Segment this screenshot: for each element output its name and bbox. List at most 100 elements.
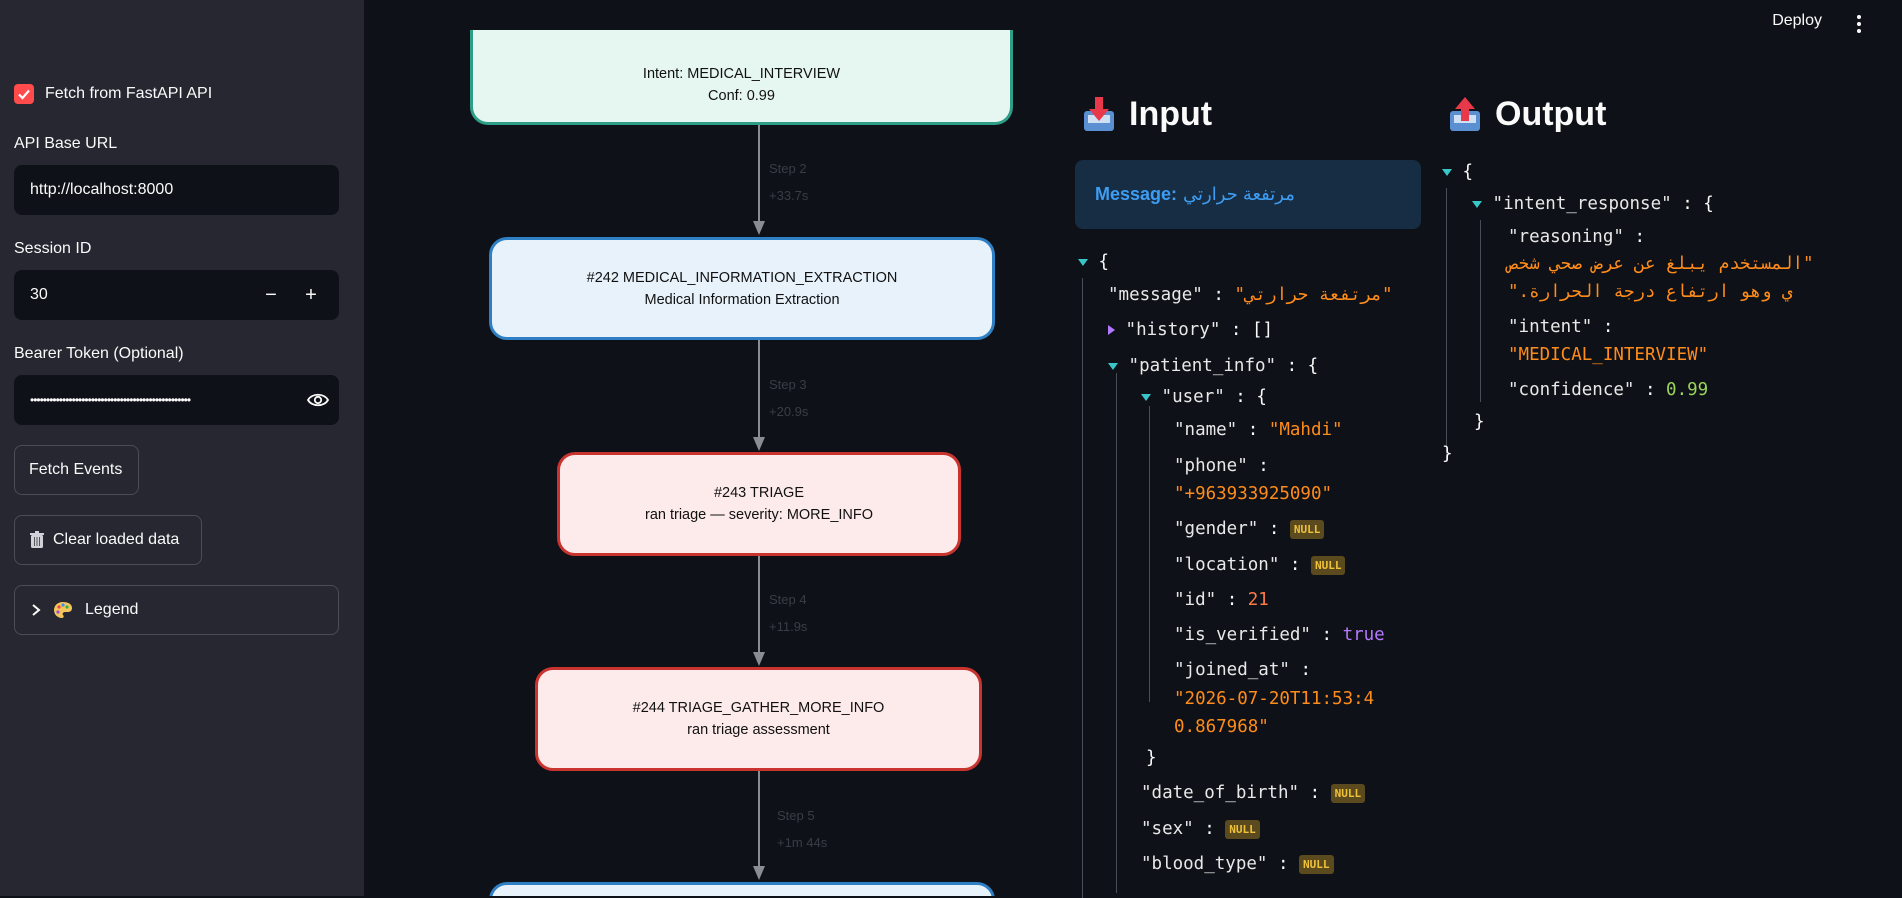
json-reasoning-value-1: "المستخدم يبلغ عن عرض صحي شخص (1508, 254, 1814, 274)
flow-edge-3-arrowhead (753, 437, 765, 451)
message-label: Message: (1095, 184, 1178, 204)
output-title-text: Output (1495, 95, 1607, 133)
output-json-viewer: { "intent_response" : { "reasoning" : "ا… (1442, 160, 1882, 480)
json-name-row: "name" : "Mahdi" (1174, 420, 1343, 440)
json-root[interactable]: { (1078, 252, 1109, 272)
fetch-events-button[interactable]: Fetch Events (14, 445, 139, 495)
session-id-input[interactable]: 30 − + (14, 270, 339, 320)
trash-icon (30, 531, 44, 548)
sidebar: Fetch from FastAPI API API Base URL http… (0, 0, 364, 896)
json-output-root[interactable]: { (1442, 162, 1473, 182)
flow-edge-2-step: Step 2 (769, 161, 807, 176)
message-value: مرتفعة حرارتي (1183, 184, 1295, 204)
flow-node-intent-line2: Conf: 0.99 (708, 88, 775, 104)
flow-node-244[interactable]: #244 TRIAGE_GATHER_MORE_INFO ran triage … (535, 667, 982, 771)
json-intent-row: "intent" : (1508, 317, 1614, 337)
collapse-icon[interactable] (1472, 200, 1482, 208)
session-id-value: 30 (30, 286, 48, 303)
flow-node-243-line2: ran triage — severity: MORE_INFO (644, 507, 874, 523)
chevron-right-icon (32, 604, 41, 616)
flow-node-next[interactable] (489, 882, 995, 896)
session-id-decrement-button[interactable]: − (251, 270, 291, 320)
fetch-api-checkbox-label: Fetch from FastAPI API (45, 85, 213, 102)
collapse-icon[interactable] (1141, 393, 1151, 401)
inbox-tray-icon (1084, 96, 1114, 131)
checkmark-icon (18, 89, 30, 100)
json-is-verified-row: "is_verified" : true (1174, 625, 1385, 645)
legend-label: Legend (85, 601, 139, 618)
flow-node-244-line1: #244 TRIAGE_GATHER_MORE_INFO (632, 700, 885, 716)
deploy-button[interactable]: Deploy (1772, 12, 1822, 30)
legend-expander[interactable]: Legend (14, 585, 339, 635)
collapse-icon[interactable] (1108, 362, 1118, 370)
message-info-box: Message: مرتفعة حرارتي (1075, 160, 1421, 229)
collapse-icon[interactable] (1442, 168, 1452, 176)
input-title: Input (1083, 95, 1212, 134)
flow-edge-4-label: Step 4 +11.9s (769, 586, 807, 640)
flow-edge-2 (758, 125, 760, 221)
json-location-row: "location" : NULL (1174, 555, 1346, 575)
bearer-token-label: Bearer Token (Optional) (14, 345, 184, 362)
fetch-api-checkbox[interactable] (14, 84, 34, 104)
session-id-increment-button[interactable]: + (291, 270, 331, 320)
clear-loaded-data-label: Clear loaded data (53, 531, 180, 548)
json-joined-at-value-1: "2026-07-20T11:53:4 (1174, 689, 1375, 709)
api-base-url-label: API Base URL (14, 135, 118, 152)
json-intent-value: "MEDICAL_INTERVIEW" (1508, 345, 1709, 365)
flow-node-243-line1: #243 TRIAGE (713, 485, 804, 501)
input-json-viewer: { "message" : "مرتفعة حرارتي" "history" … (1078, 248, 1418, 898)
flow-edge-5-step: Step 5 (777, 808, 815, 823)
flow-edge-2-delta: +33.7s (769, 188, 809, 203)
flow-edge-3-delta: +20.9s (769, 404, 809, 419)
json-intent-response-row[interactable]: "intent_response" : { (1472, 194, 1714, 214)
expand-icon[interactable] (1108, 325, 1115, 335)
flow-node-242-line1: #242 MEDICAL_INFORMATION_EXTRACTION (586, 269, 898, 286)
json-guide (1149, 406, 1150, 702)
json-dob-row: "date_of_birth" : NULL (1141, 783, 1366, 803)
json-joined-at-row: "joined_at" : (1174, 660, 1311, 680)
json-phone-value: "+963933925090" (1174, 484, 1333, 504)
json-gender-row: "gender" : NULL (1174, 519, 1325, 539)
eye-icon[interactable] (307, 390, 329, 410)
json-user-row[interactable]: "user" : { (1141, 387, 1267, 407)
flow-node-intent-line1: Intent: MEDICAL_INTERVIEW (642, 66, 841, 82)
main-menu-icon[interactable] (1854, 12, 1864, 36)
flow-edge-3-label: Step 3 +20.9s (769, 371, 808, 425)
clear-loaded-data-button[interactable]: Clear loaded data (14, 515, 202, 565)
flow-node-242-line2: Medical Information Extraction (644, 291, 840, 308)
json-blood-type-row: "blood_type" : NULL (1141, 854, 1334, 874)
palette-icon (54, 602, 72, 618)
session-id-label: Session ID (14, 240, 92, 257)
json-reasoning-value-2: ي وهو ارتفاع درجة الحرارة." (1508, 282, 1793, 302)
json-reasoning-row: "reasoning" : (1508, 227, 1645, 247)
flow-node-242[interactable]: #242 MEDICAL_INFORMATION_EXTRACTION Medi… (489, 237, 995, 340)
json-joined-at-value-2: 0.867968" (1174, 717, 1269, 737)
json-guide (1480, 220, 1481, 402)
collapse-icon[interactable] (1078, 258, 1088, 266)
input-title-text: Input (1129, 95, 1213, 133)
flow-node-intent[interactable]: Intent: MEDICAL_INTERVIEW Conf: 0.99 (470, 30, 1013, 125)
flow-edge-2-arrowhead (753, 221, 765, 235)
flow-edge-5-label: Step 5 +1m 44s (777, 802, 827, 856)
flow-edge-5-delta: +1m 44s (777, 835, 828, 850)
json-history-row[interactable]: "history" : [] (1108, 320, 1273, 340)
json-id-row: "id" : 21 (1174, 590, 1269, 610)
bearer-token-value: ••••••••••••••••••••••••••••••••••••••••… (30, 393, 191, 407)
flow-edge-3 (758, 340, 760, 437)
output-title: Output (1449, 95, 1606, 134)
flow-edge-4 (758, 556, 760, 652)
fetch-api-checkbox-row[interactable]: Fetch from FastAPI API (14, 84, 212, 104)
bearer-token-input[interactable]: ••••••••••••••••••••••••••••••••••••••••… (14, 375, 339, 425)
flow-edge-4-arrowhead (753, 652, 765, 666)
json-intent-response-close: } (1474, 412, 1485, 432)
json-output-root-close: } (1442, 444, 1453, 464)
json-message-row: "message" : "مرتفعة حرارتي" (1108, 285, 1393, 305)
json-guide (1116, 373, 1117, 893)
api-base-url-input[interactable]: http://localhost:8000 (14, 165, 339, 215)
flow-node-243[interactable]: #243 TRIAGE ran triage — severity: MORE_… (557, 452, 961, 556)
json-patient-info-row[interactable]: "patient_info" : { (1108, 356, 1318, 376)
outbox-tray-icon (1450, 96, 1480, 131)
json-confidence-row: "confidence" : 0.99 (1508, 380, 1709, 400)
flow-edge-4-step: Step 4 (769, 592, 807, 607)
json-guide (1446, 188, 1447, 460)
